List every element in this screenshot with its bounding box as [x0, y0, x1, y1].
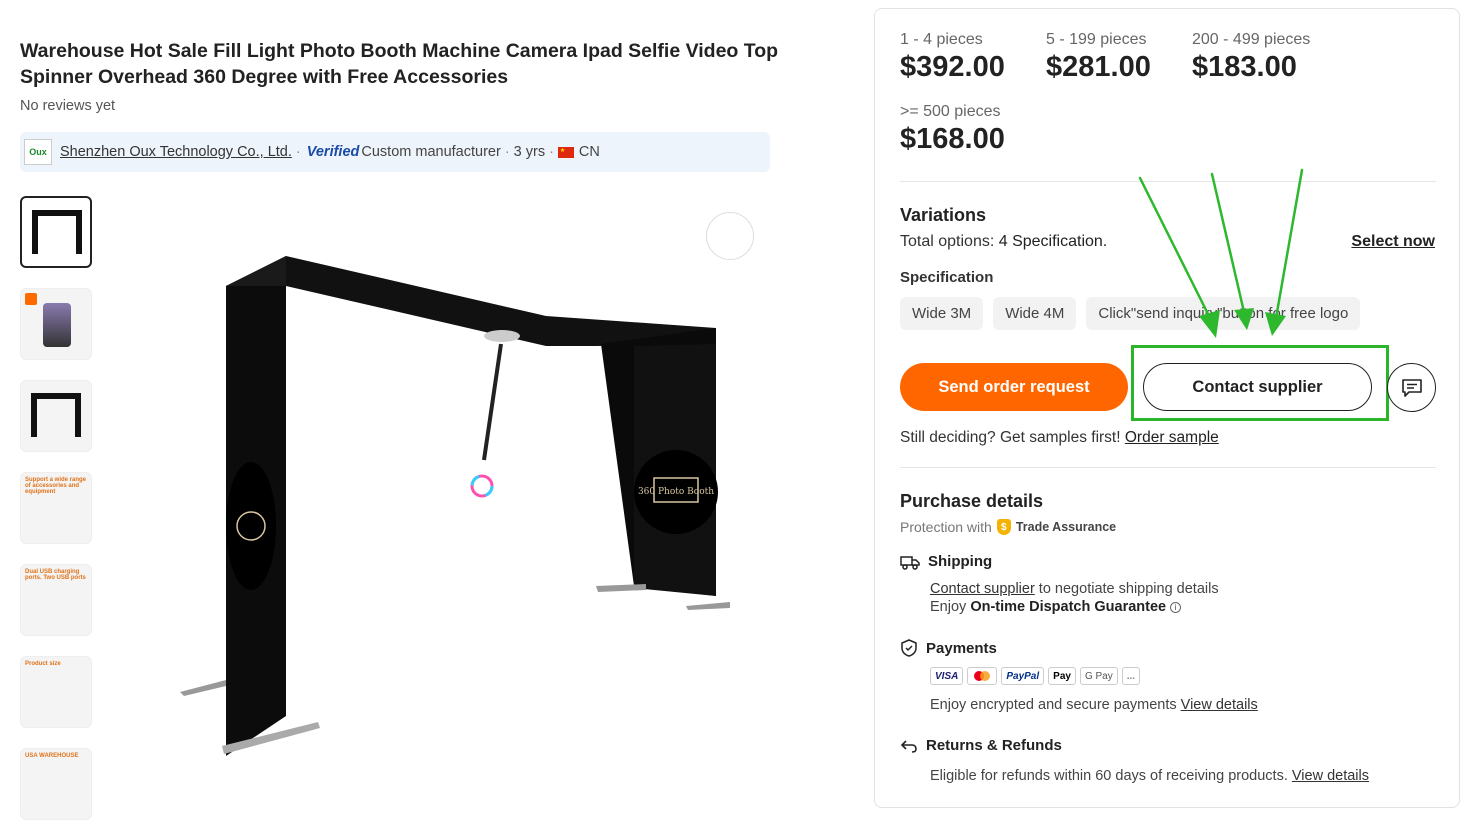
specification-options: Wide 3M Wide 4M Click"send inquiry"butto… — [900, 297, 1361, 330]
shipping-line: Contact supplier to negotiate shipping d… — [930, 581, 1219, 597]
booth-sign-text: 360 Photo Booth — [638, 487, 714, 497]
variations-title: Variations — [900, 205, 987, 225]
purchase-card: 1 - 4 pieces $392.00 5 - 199 pieces $281… — [874, 8, 1460, 808]
protection-line: Protection with $ Trade Assurance — [900, 519, 1117, 535]
price-tier-4: >= 500 pieces $168.00 — [900, 103, 1005, 155]
dispatch-guarantee-line: Enjoy On-time Dispatch Guarantee i — [930, 599, 1182, 615]
price-tier-3: 200 - 499 pieces $183.00 — [1192, 31, 1311, 83]
thumbnail-2[interactable] — [20, 288, 92, 360]
supplier-logo[interactable]: Oux — [24, 139, 52, 165]
more-payments-icon: ... — [1121, 667, 1141, 685]
google-pay-logo: G Pay — [1079, 667, 1118, 685]
supplier-years: 3 yrs — [513, 144, 546, 160]
separator-dot: · — [295, 144, 301, 160]
shipping-heading: Shipping — [900, 553, 992, 570]
truck-icon — [900, 555, 920, 570]
separator-dot: · — [504, 144, 510, 160]
main-product-image[interactable]: 360 Photo Booth — [146, 196, 770, 820]
divider — [900, 181, 1436, 182]
variations-total: Total options: 4 Specification. — [900, 233, 1108, 250]
favorite-button[interactable] — [706, 212, 754, 260]
mastercard-logo — [967, 667, 998, 685]
select-now-link[interactable]: Select now — [1351, 233, 1435, 251]
separator-dot: · — [549, 144, 554, 160]
thumbnail-1[interactable] — [20, 196, 92, 268]
thumbnail-4[interactable]: Support a wide range of accessories and … — [20, 472, 92, 544]
supplier-bar: Oux Shenzhen Oux Technology Co., Ltd. · … — [20, 132, 770, 172]
payments-view-details-link[interactable]: View details — [1181, 697, 1258, 713]
samples-line: Still deciding? Get samples first! Order… — [900, 429, 1219, 446]
price-tier-2: 5 - 199 pieces $281.00 — [1046, 31, 1151, 83]
photo-booth-arch-image: 360 Photo Booth — [180, 256, 730, 756]
returns-view-details-link[interactable]: View details — [1292, 768, 1369, 784]
thumbnail-3[interactable] — [20, 380, 92, 452]
order-sample-link[interactable]: Order sample — [1125, 429, 1219, 446]
product-title: Warehouse Hot Sale Fill Light Photo Boot… — [20, 40, 779, 88]
thumbnail-5[interactable]: Dual USB charging ports. Two USB ports — [20, 564, 92, 636]
payment-logos: VISA PayPal Pay G Pay ... — [930, 667, 1141, 685]
paypal-logo: PayPal — [1001, 667, 1045, 685]
send-order-request-button[interactable]: Send order request — [900, 363, 1128, 411]
return-arrow-icon — [900, 739, 917, 753]
spec-option-wide-3m[interactable]: Wide 3M — [900, 297, 984, 330]
reviews-text: No reviews yet — [20, 98, 116, 114]
chat-button[interactable] — [1387, 363, 1436, 412]
thumbnail-7[interactable]: USA WAREHOUSE — [20, 748, 92, 820]
info-icon[interactable]: i — [1170, 601, 1182, 613]
apple-pay-logo: Pay — [1048, 667, 1076, 685]
payments-line: Enjoy encrypted and secure payments View… — [930, 697, 1258, 713]
contact-supplier-button[interactable]: Contact supplier — [1143, 363, 1372, 411]
price-tier-1: 1 - 4 pieces $392.00 — [900, 31, 1005, 83]
visa-logo: VISA — [930, 667, 964, 685]
purchase-details-title: Purchase details — [900, 491, 1044, 511]
chat-icon — [1401, 378, 1422, 397]
payments-heading: Payments — [900, 639, 997, 657]
specification-label: Specification — [900, 269, 994, 286]
divider — [900, 467, 1436, 468]
spec-option-wide-4m[interactable]: Wide 4M — [993, 297, 1077, 330]
verified-badge[interactable]: Verified — [307, 144, 360, 160]
returns-line: Eligible for refunds within 60 days of r… — [930, 768, 1369, 784]
thumbnail-6[interactable]: Product size — [20, 656, 92, 728]
cn-flag-icon — [557, 146, 574, 158]
video-badge-icon — [25, 293, 37, 305]
supplier-type: Custom manufacturer — [361, 144, 501, 160]
supplier-country: CN — [578, 144, 600, 160]
spec-option-free-logo[interactable]: Click"send inquiry"button for free logo — [1086, 297, 1361, 330]
supplier-name-link[interactable]: Shenzhen Oux Technology Co., Ltd. — [60, 144, 292, 160]
shipping-contact-supplier-link[interactable]: Contact supplier — [930, 581, 1035, 597]
thumbnail-list: Support a wide range of accessories and … — [20, 196, 92, 831]
trade-assurance-icon: $ — [996, 519, 1011, 535]
returns-heading: Returns & Refunds — [900, 737, 1062, 754]
shield-check-icon — [901, 639, 917, 657]
